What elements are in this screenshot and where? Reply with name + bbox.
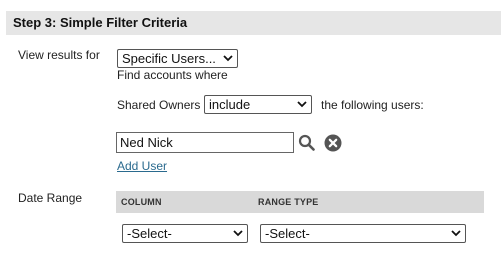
clear-icon[interactable] bbox=[324, 134, 342, 152]
chevron-down-icon bbox=[233, 230, 243, 237]
user-name-input[interactable]: Ned Nick bbox=[116, 132, 294, 153]
range-type-header: RANGE TYPE bbox=[258, 197, 319, 207]
find-accounts-text: Find accounts where bbox=[117, 68, 228, 82]
search-icon[interactable] bbox=[298, 134, 315, 151]
shared-owners-operator-value: include bbox=[209, 97, 251, 112]
shared-owners-operator-select[interactable]: include bbox=[204, 95, 312, 114]
date-range-label: Date Range bbox=[18, 191, 83, 205]
range-type-select[interactable]: -Select- bbox=[260, 224, 466, 243]
shared-owners-label: Shared Owners bbox=[117, 98, 201, 112]
date-column-value: -Select- bbox=[127, 226, 172, 241]
chevron-down-icon bbox=[297, 101, 307, 108]
date-column-select[interactable]: -Select- bbox=[122, 224, 248, 243]
following-users-text: the following users: bbox=[321, 98, 424, 112]
section-title: Step 3: Simple Filter Criteria bbox=[13, 15, 188, 30]
column-header: COLUMN bbox=[121, 197, 162, 207]
view-results-label: View results for bbox=[18, 48, 100, 62]
date-range-table-header: COLUMN RANGE TYPE bbox=[116, 191, 484, 213]
section-header: Step 3: Simple Filter Criteria bbox=[6, 11, 501, 35]
add-user-link[interactable]: Add User bbox=[117, 159, 167, 173]
chevron-down-icon bbox=[451, 230, 461, 237]
view-results-select[interactable]: Specific Users... bbox=[117, 49, 238, 68]
range-type-value: -Select- bbox=[265, 226, 310, 241]
view-results-value: Specific Users... bbox=[122, 51, 216, 66]
chevron-down-icon bbox=[223, 55, 233, 62]
